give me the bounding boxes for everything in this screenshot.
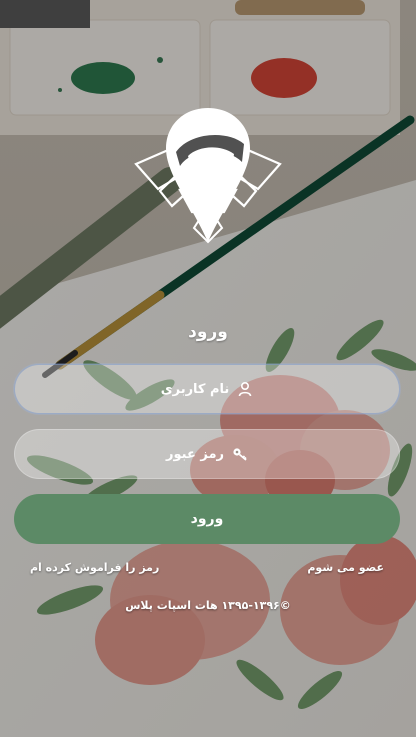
login-button[interactable]: ورود [14, 494, 400, 544]
forgot-password-link[interactable]: رمز را فراموش کرده ام [30, 561, 159, 574]
copyright-text: ©۱۳۹۵-۱۳۹۶ هات اسپات پلاس [125, 599, 291, 612]
password-field[interactable]: رمز عبور [14, 429, 400, 479]
username-field[interactable]: نام کاربری [14, 364, 400, 414]
key-icon [233, 448, 247, 461]
page-title: ورود [188, 322, 228, 342]
login-screen: ورود نام کاربری رمز عبور ورود عضو می شوم… [0, 0, 416, 737]
register-link[interactable]: عضو می شوم [307, 561, 384, 574]
location-pin-wifi-icon [134, 108, 282, 244]
password-placeholder: رمز عبور [166, 446, 224, 462]
username-placeholder: نام کاربری [160, 381, 230, 397]
user-icon [239, 381, 252, 397]
